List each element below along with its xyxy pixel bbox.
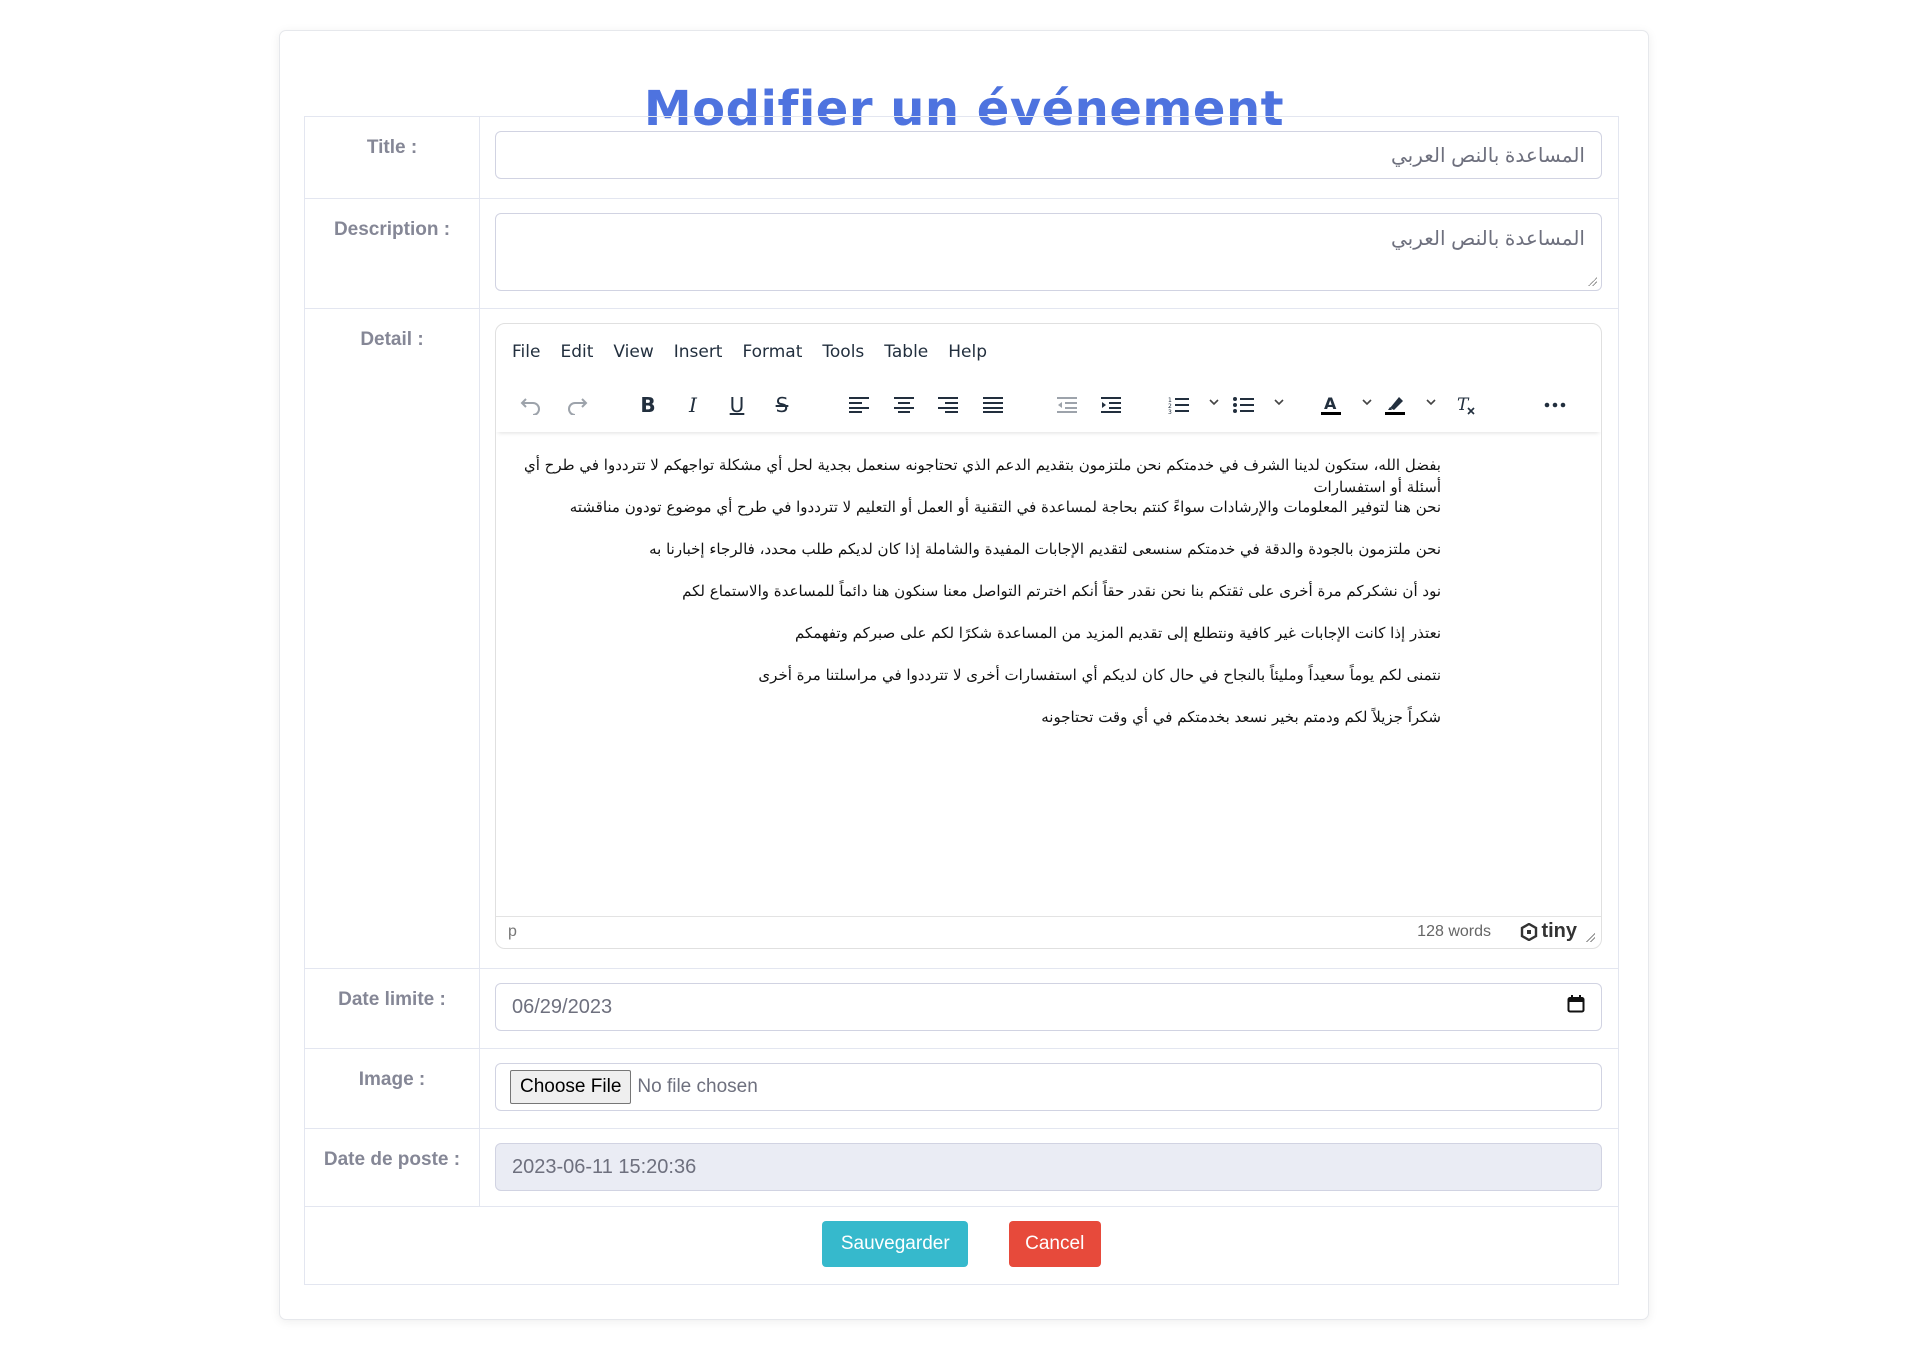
title-input[interactable]: المساعدة بالنص العربي [495,131,1602,179]
date-limite-input[interactable]: 06/29/2023 [495,983,1602,1031]
save-button[interactable]: Sauvegarder [822,1221,969,1267]
text-color-icon[interactable]: A [1316,390,1346,420]
menu-file[interactable]: File [512,342,540,362]
tiny-logo[interactable]: tiny [1520,920,1577,943]
numbered-list-icon[interactable]: 123 [1164,390,1194,420]
resize-grip-icon[interactable] [1587,276,1597,286]
date-limite-label: Date limite : [304,968,480,1049]
align-justify-icon[interactable] [978,390,1008,420]
editor-paragraph: شكراً جزيلاً لكم ودمتم بخير نسعد بخدمتكم… [1041,708,1441,726]
date-poste-label: Date de poste : [304,1128,480,1207]
strikethrough-icon[interactable]: S [767,390,797,420]
choose-file-button[interactable]: Choose File [510,1070,632,1104]
word-count[interactable]: 128 words [1417,923,1491,941]
italic-icon[interactable]: I [678,390,708,420]
underline-icon[interactable]: U [722,390,752,420]
chevron-down-icon[interactable] [1273,396,1285,408]
editor-paragraph: نعتذر إذا كانت الإجابات غير كافية ونتطلع… [794,624,1441,642]
chevron-down-icon[interactable] [1425,396,1437,408]
tiny-brand-label: tiny [1541,920,1577,942]
bullet-list-icon[interactable] [1229,390,1259,420]
date-poste-input: 2023-06-11 15:20:36 [495,1143,1602,1191]
editor-paragraph: بفضل الله، ستكون لدينا الشرف في خدمتكم ن… [524,456,1441,496]
align-center-icon[interactable] [889,390,919,420]
clear-format-icon[interactable]: T [1451,390,1481,420]
chevron-down-icon[interactable] [1208,396,1220,408]
editor-menubar: File Edit View Insert Format Tools Table… [512,342,1007,362]
element-path[interactable]: p [508,923,517,941]
outdent-icon[interactable] [1052,390,1082,420]
align-left-icon[interactable] [844,390,874,420]
editor-paragraph: نحن هنا لتوفير المعلومات والإرشادات سواء… [569,498,1441,516]
calendar-icon[interactable] [1567,995,1585,1019]
date-limite-value: 06/29/2023 [512,995,613,1018]
editor-content[interactable]: بفضل الله، ستكون لدينا الشرف في خدمتكم ن… [516,454,1441,748]
menu-edit[interactable]: Edit [560,342,593,362]
more-icon[interactable] [1540,390,1570,420]
indent-icon[interactable] [1096,390,1126,420]
undo-icon[interactable] [516,390,546,420]
editor-paragraph: نود أن نشكركم مرة أخرى على ثقتكم بنا نحن… [682,582,1441,600]
menu-format[interactable]: Format [742,342,802,362]
date-poste-value: 2023-06-11 15:20:36 [512,1155,697,1178]
event-form: Title : المساعدة بالنص العربي Descriptio… [304,116,1619,1285]
menu-view[interactable]: View [613,342,653,362]
image-file-input[interactable]: Choose File No file chosen [495,1063,1602,1111]
menu-help[interactable]: Help [948,342,987,362]
redo-icon[interactable] [562,390,592,420]
title-value: المساعدة بالنص العربي [1390,144,1585,167]
tiny-icon [1521,922,1538,941]
editor-resize-icon[interactable] [1585,932,1595,942]
detail-label: Detail : [304,308,480,969]
editor-toolbar: B I U S 1 2 3 A T [496,380,1601,432]
editor-paragraph: نحن ملتزمون بالجودة والدقة في خدمتكم سنس… [649,540,1441,558]
menu-table[interactable]: Table [884,342,928,362]
svg-text:A: A [1324,394,1337,413]
image-label: Image : [304,1048,480,1129]
description-value: المساعدة بالنص العربي [1390,228,1585,250]
highlight-icon[interactable] [1380,390,1410,420]
editor-statusbar: p 128 words tiny [496,916,1601,948]
cancel-button[interactable]: Cancel [1008,1221,1101,1267]
bold-icon[interactable]: B [633,390,663,420]
title-label: Title : [304,116,480,199]
description-textarea[interactable]: المساعدة بالنص العربي [495,213,1602,291]
description-label: Description : [304,198,480,309]
svg-text:3: 3 [1168,409,1172,414]
editor-paragraph: نتمنى لكم يوماً سعيداً ومليئاً بالنجاح ف… [758,666,1441,684]
file-status: No file chosen [637,1076,758,1097]
form-actions: Sauvegarder Cancel [304,1206,1619,1285]
rich-text-editor: File Edit View Insert Format Tools Table… [495,323,1602,949]
svg-text:T: T [1457,395,1470,415]
menu-tools[interactable]: Tools [822,342,864,362]
menu-insert[interactable]: Insert [674,342,723,362]
chevron-down-icon[interactable] [1361,396,1373,408]
align-right-icon[interactable] [933,390,963,420]
